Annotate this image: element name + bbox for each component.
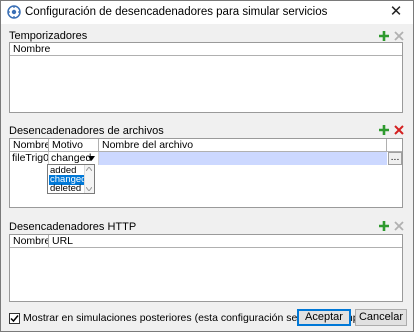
- title-bar: Configuración de desencadenadores para s…: [1, 1, 413, 24]
- accept-button[interactable]: Aceptar: [297, 309, 351, 326]
- timers-col-name-header[interactable]: Nombre: [10, 43, 402, 56]
- window-title: Configuración de desencadenadores para s…: [25, 6, 328, 18]
- file-col-filename-header[interactable]: Nombre del archivo: [99, 139, 387, 152]
- dropdown-scrollbar[interactable]: [84, 165, 94, 193]
- add-timer-plus-icon[interactable]: [378, 30, 390, 42]
- dialog-window: Configuración de desencadenadores para s…: [0, 0, 414, 332]
- app-settings-icon: [7, 5, 21, 19]
- file-col-name-header[interactable]: Nombre: [10, 139, 49, 152]
- http-col-name-header[interactable]: Nombre: [10, 235, 49, 248]
- add-http-trigger-plus-icon[interactable]: [378, 220, 390, 232]
- file-col-extra-header: [387, 139, 402, 152]
- http-triggers-section-label: Desencadenadores HTTP: [9, 221, 137, 233]
- close-icon[interactable]: ✕: [387, 3, 405, 21]
- browse-file-button[interactable]: ...: [388, 152, 402, 165]
- reason-dropdown-list: added changed deleted: [47, 164, 95, 194]
- http-triggers-table: Nombre URL: [9, 234, 403, 302]
- http-col-url-header[interactable]: URL: [49, 235, 402, 248]
- scroll-down-icon[interactable]: [86, 187, 92, 191]
- show-in-later-simulations-checkbox[interactable]: [9, 313, 20, 324]
- checkmark-icon: [10, 315, 19, 323]
- file-trigger-name-cell[interactable]: fileTrig01: [10, 152, 49, 165]
- delete-file-trigger-x-icon[interactable]: [393, 124, 405, 136]
- file-trigger-filename-cell[interactable]: [99, 152, 387, 165]
- cancel-button[interactable]: Cancelar: [355, 309, 407, 326]
- add-file-trigger-plus-icon[interactable]: [378, 124, 390, 136]
- delete-http-trigger-x-icon: [394, 221, 404, 231]
- file-trigger-reason-value: changed: [51, 152, 92, 164]
- chevron-down-icon[interactable]: [88, 156, 95, 161]
- reason-option-deleted[interactable]: deleted: [49, 184, 86, 194]
- timers-table: Nombre: [9, 42, 403, 113]
- delete-timer-x-icon: [394, 31, 404, 41]
- scroll-up-icon[interactable]: [86, 167, 92, 171]
- file-col-reason-header[interactable]: Motivo: [49, 139, 99, 152]
- file-triggers-section-label: Desencadenadores de archivos: [9, 125, 164, 137]
- timers-section-label: Temporizadores: [9, 30, 88, 42]
